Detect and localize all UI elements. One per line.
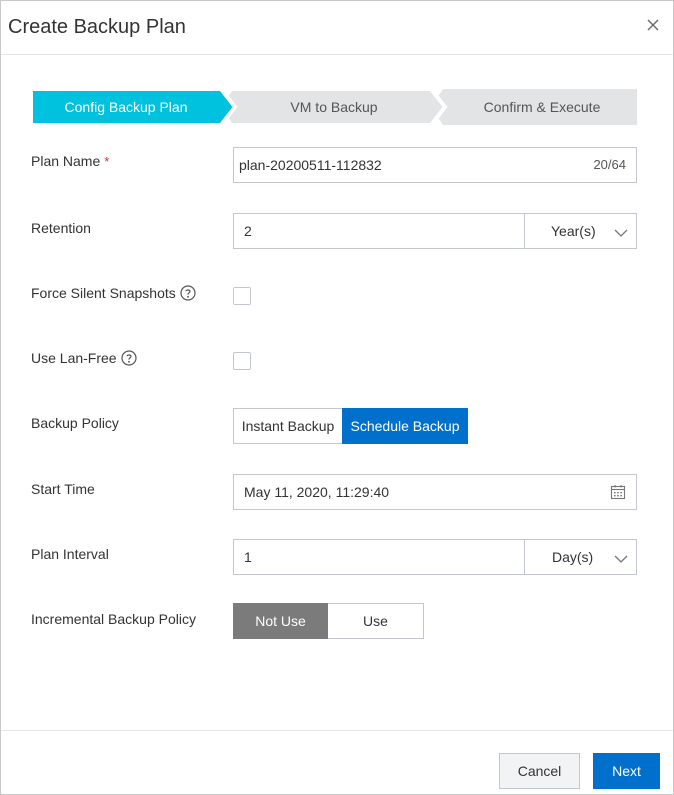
not-use-button[interactable]: Not Use xyxy=(233,603,328,639)
force-silent-checkbox[interactable] xyxy=(233,287,251,305)
lan-free-label-text: Use Lan-Free xyxy=(31,350,117,366)
plan-name-label-text: Plan Name xyxy=(31,153,101,169)
step-indicator: Config Backup Plan VM to Backup Confirm … xyxy=(31,89,637,125)
start-time-picker[interactable]: May 11, 2020, 11:29:40 xyxy=(233,474,637,510)
retention-label: Retention xyxy=(31,220,91,236)
plan-interval-value: 1 xyxy=(244,549,252,565)
plan-interval-unit-value: Day(s) xyxy=(552,549,594,565)
instant-backup-button[interactable]: Instant Backup xyxy=(233,408,342,444)
force-silent-label: Force Silent Snapshots xyxy=(31,285,196,301)
required-mark: * xyxy=(104,153,110,169)
lan-free-label: Use Lan-Free xyxy=(31,350,137,366)
step-confirm-execute: Confirm & Execute xyxy=(483,99,601,115)
dialog-title: Create Backup Plan xyxy=(8,16,186,38)
plan-interval-label: Plan Interval xyxy=(31,546,109,562)
incremental-policy-toggle: Not Use Use xyxy=(233,603,424,639)
use-button[interactable]: Use xyxy=(328,603,424,639)
step-config-backup-plan: Config Backup Plan xyxy=(64,99,188,115)
close-icon[interactable] xyxy=(645,17,661,33)
help-icon[interactable] xyxy=(180,285,196,301)
retention-input[interactable]: 2 xyxy=(233,213,525,249)
start-time-value: May 11, 2020, 11:29:40 xyxy=(244,484,390,500)
schedule-backup-button[interactable]: Schedule Backup xyxy=(342,408,468,444)
plan-interval-unit-select[interactable]: Day(s) xyxy=(524,539,637,575)
lan-free-checkbox[interactable] xyxy=(233,352,251,370)
calendar-icon[interactable] xyxy=(610,484,626,503)
backup-policy-label: Backup Policy xyxy=(31,415,119,431)
dialog-header: Create Backup Plan xyxy=(1,1,673,55)
chevron-down-icon xyxy=(614,551,628,567)
retention-unit-select[interactable]: Year(s) xyxy=(524,213,637,249)
cancel-button[interactable]: Cancel xyxy=(499,753,580,789)
chevron-down-icon xyxy=(614,225,628,241)
incremental-policy-label: Incremental Backup Policy xyxy=(31,611,196,627)
next-button[interactable]: Next xyxy=(593,753,660,789)
retention-value: 2 xyxy=(244,223,252,239)
create-backup-plan-dialog: Create Backup Plan Config Backup Plan VM… xyxy=(0,0,674,795)
dialog-footer: Cancel Next xyxy=(1,730,673,794)
help-icon[interactable] xyxy=(120,350,137,366)
plan-name-value: plan-20200511-112832 xyxy=(239,157,382,173)
start-time-label: Start Time xyxy=(31,481,95,497)
plan-name-input[interactable]: plan-20200511-112832 20/64 xyxy=(233,147,637,183)
plan-name-label: Plan Name * xyxy=(31,153,109,169)
plan-interval-input[interactable]: 1 xyxy=(233,539,525,575)
retention-unit-value: Year(s) xyxy=(551,223,596,239)
force-silent-label-text: Force Silent Snapshots xyxy=(31,285,176,301)
plan-name-counter: 20/64 xyxy=(593,157,626,172)
step-vm-to-backup: VM to Backup xyxy=(290,99,378,115)
backup-policy-toggle: Instant Backup Schedule Backup xyxy=(233,408,468,444)
